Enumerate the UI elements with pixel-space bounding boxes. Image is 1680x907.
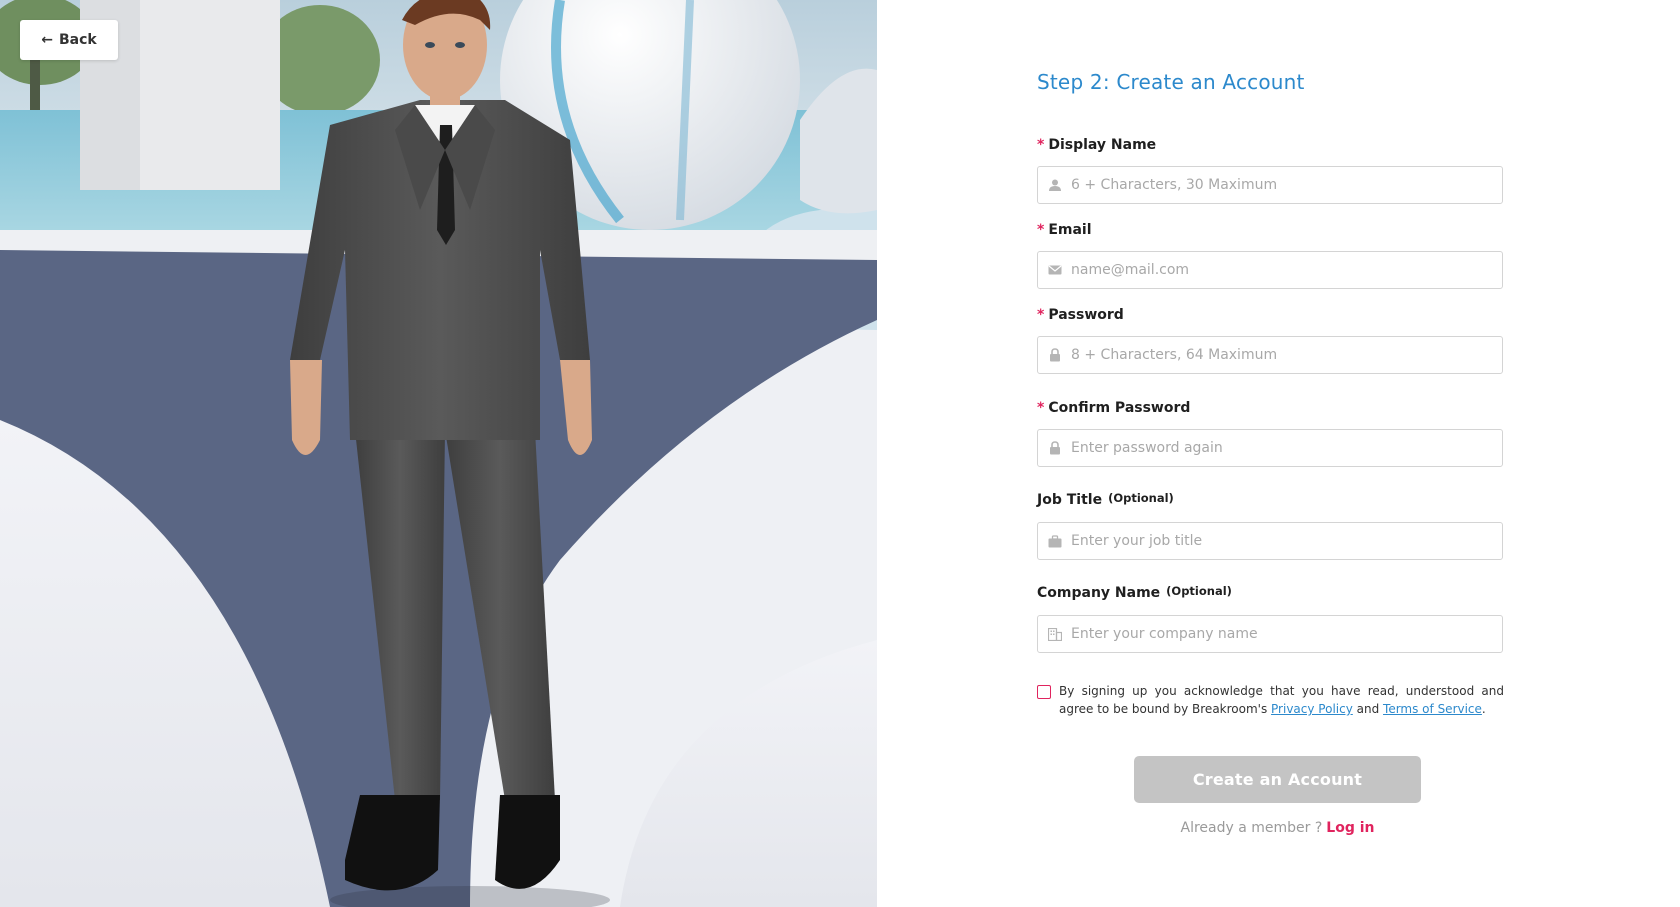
terms-text: By signing up you acknowledge that you h… [1059, 684, 1504, 716]
required-marker: * [1037, 137, 1045, 153]
optional-tag: (Optional) [1108, 491, 1174, 505]
display-name-field[interactable] [1037, 166, 1503, 204]
login-link[interactable]: Log in [1326, 820, 1374, 836]
job-title-input[interactable] [1071, 524, 1502, 558]
user-icon [1048, 178, 1062, 192]
company-name-field[interactable] [1037, 615, 1503, 653]
optional-tag: (Optional) [1166, 584, 1232, 598]
confirm-password-input[interactable] [1071, 431, 1502, 465]
required-marker: * [1037, 307, 1045, 323]
display-name-label: * Display Name [1037, 137, 1157, 153]
terms-of-service-link[interactable]: Terms of Service [1383, 702, 1482, 716]
back-button-label: Back [59, 32, 97, 48]
required-marker: * [1037, 222, 1045, 238]
confirm-password-field[interactable] [1037, 429, 1503, 467]
terms-consent: By signing up you acknowledge that you h… [1037, 682, 1505, 718]
display-name-input[interactable] [1071, 168, 1502, 202]
terms-checkbox[interactable] [1037, 685, 1051, 699]
briefcase-icon [1048, 534, 1062, 548]
company-name-label: Company Name (Optional) [1037, 584, 1232, 601]
lock-icon [1048, 348, 1062, 362]
required-marker: * [1037, 400, 1045, 416]
back-button[interactable]: ← Back [20, 20, 118, 60]
job-title-label: Job Title (Optional) [1037, 491, 1174, 508]
scene-illustration [0, 0, 877, 907]
building-icon [1048, 627, 1062, 641]
form-title: Step 2: Create an Account [1037, 70, 1305, 94]
create-account-button[interactable]: Create an Account [1134, 756, 1421, 803]
privacy-policy-link[interactable]: Privacy Policy [1271, 702, 1353, 716]
password-field[interactable] [1037, 336, 1503, 374]
company-name-input[interactable] [1071, 617, 1502, 651]
email-input[interactable] [1071, 253, 1502, 287]
password-input[interactable] [1071, 338, 1502, 372]
signup-panel: Step 2: Create an Account * Display Name … [877, 0, 1680, 907]
member-prompt-text: Already a member ? [1180, 820, 1323, 836]
arrow-left-icon: ← [41, 32, 53, 48]
lock-icon [1048, 441, 1062, 455]
confirm-password-label: * Confirm Password [1037, 400, 1191, 416]
job-title-field[interactable] [1037, 522, 1503, 560]
password-label: * Password [1037, 307, 1124, 323]
mail-icon [1048, 263, 1062, 277]
email-label: * Email [1037, 222, 1092, 238]
login-prompt: Already a member ? Log in [1037, 820, 1518, 836]
email-field[interactable] [1037, 251, 1503, 289]
avatar-preview-scene: ← Back [0, 0, 877, 907]
